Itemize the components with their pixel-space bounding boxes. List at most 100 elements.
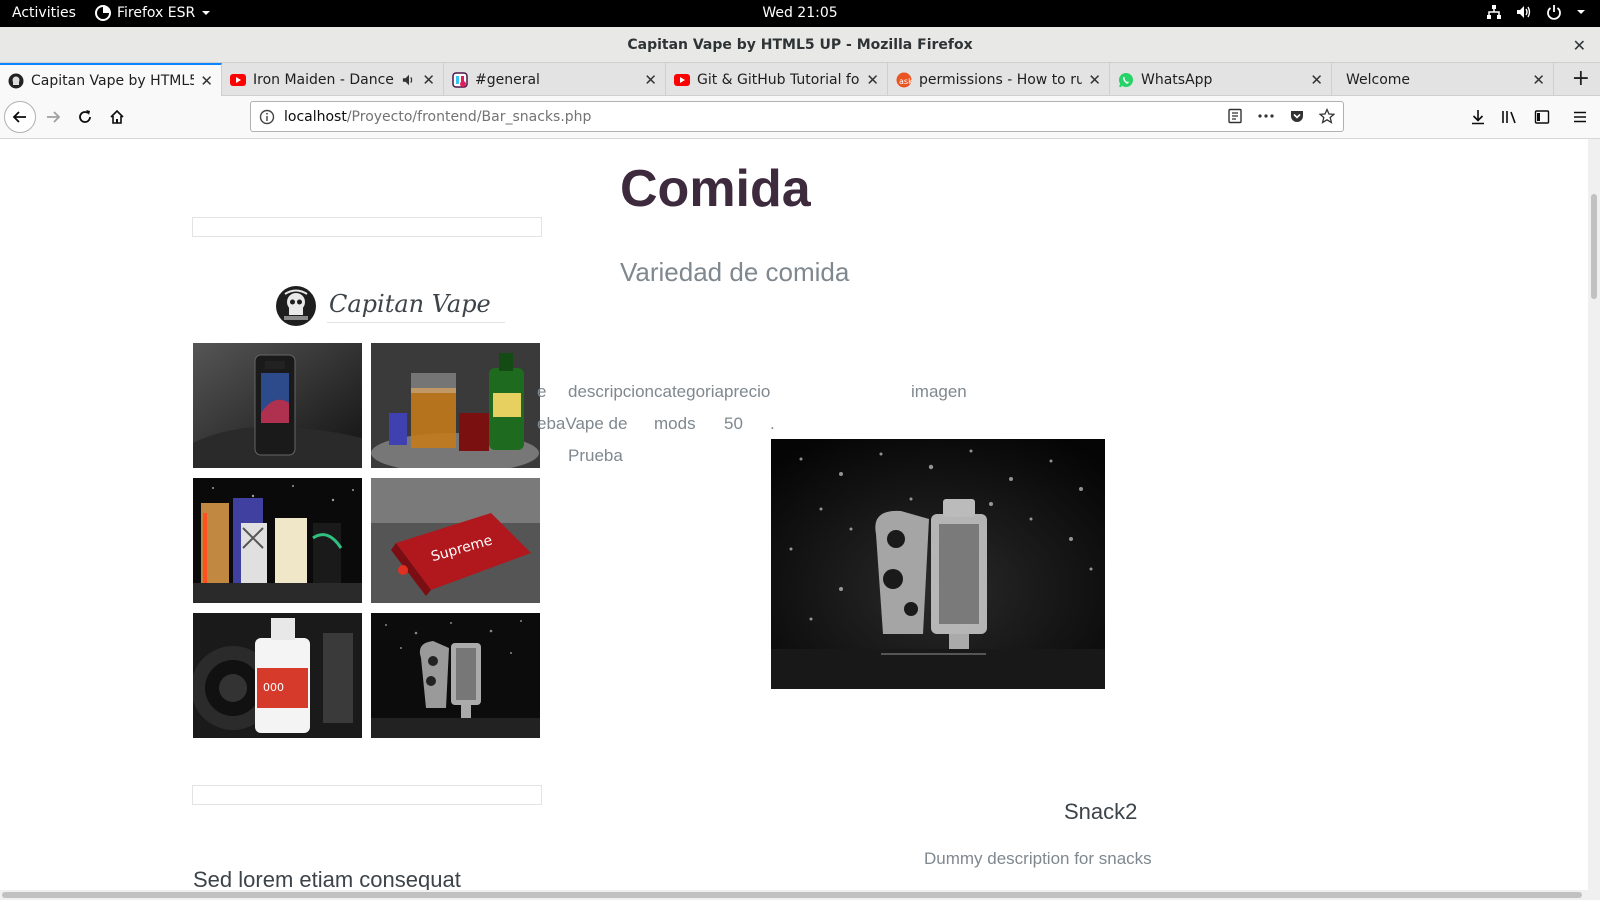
tab-label: #general <box>475 71 540 88</box>
tab-capitan-vape[interactable]: Capitan Vape by HTML5 UP ✕ <box>0 63 222 96</box>
activities-button[interactable]: Activities <box>12 5 76 21</box>
forward-button[interactable] <box>41 105 65 129</box>
home-button[interactable] <box>105 105 129 129</box>
gallery-image-drinks[interactable] <box>371 343 540 468</box>
gallery-image-mod-device[interactable] <box>193 343 362 468</box>
info-icon[interactable] <box>259 109 275 125</box>
capitan-vape-logo-icon <box>8 73 24 88</box>
window-title-bar: Capitan Vape by HTML5 UP - Mozilla Firef… <box>0 27 1600 63</box>
brand-logo[interactable]: Capitan Vape <box>275 285 505 327</box>
tab-welcome[interactable]: Welcome ✕ <box>1332 63 1554 96</box>
tab-label: Iron Maiden - Dance Of Death <box>253 71 398 88</box>
close-icon[interactable]: ✕ <box>1532 71 1545 89</box>
whatsapp-icon <box>1119 72 1133 87</box>
table-header-descripcion: descripcion <box>568 382 654 401</box>
table-cell-dot: . <box>770 414 775 433</box>
horizontal-scrollbar[interactable] <box>0 890 1600 900</box>
tab-general[interactable]: #general ✕ <box>444 63 666 96</box>
capitan-vape-logo-icon <box>276 286 316 326</box>
hamburger-menu-icon <box>1574 111 1586 123</box>
back-button[interactable] <box>4 101 36 133</box>
arrow-right-icon <box>47 111 61 123</box>
url-path: /Proyecto/frontend/Bar_snacks.php <box>346 109 592 125</box>
table-header-precio: precio <box>724 382 771 401</box>
url-text[interactable]: localhost/Proyecto/frontend/Bar_snacks.p… <box>284 109 591 125</box>
sidebar-section-title: Sed lorem etiam consequat <box>193 867 461 890</box>
close-icon[interactable]: ✕ <box>1088 71 1101 89</box>
table-cell-nombre: ebaVape de <box>537 414 628 433</box>
tab-permissions[interactable]: ask permissions - How to run ✕ <box>888 63 1110 96</box>
sidebar-divider <box>192 217 542 237</box>
firefox-icon <box>95 5 111 21</box>
vertical-scrollbar[interactable] <box>1588 139 1600 890</box>
tab-label: permissions - How to run <box>919 71 1083 88</box>
reader-view-icon[interactable] <box>1227 108 1243 124</box>
table-cell-categoria: mods <box>654 414 696 433</box>
system-tray[interactable] <box>1486 4 1586 20</box>
url-bar[interactable]: localhost/Proyecto/frontend/Bar_snacks.p… <box>250 101 1344 132</box>
page-title: Comida <box>620 160 811 218</box>
close-icon[interactable]: ✕ <box>200 72 213 90</box>
window-title: Capitan Vape by HTML5 UP - Mozilla Firef… <box>627 37 973 53</box>
reload-icon <box>79 110 91 123</box>
tab-iron-maiden[interactable]: Iron Maiden - Dance Of Death ✕ <box>222 63 444 96</box>
brand-name: Capitan Vape <box>327 290 505 323</box>
slack-icon <box>452 71 468 88</box>
tab-strip: Capitan Vape by HTML5 UP ✕ Iron Maiden -… <box>0 63 1600 96</box>
download-icon <box>1472 110 1484 125</box>
tab-label: WhatsApp <box>1141 71 1213 88</box>
bookmark-star-icon[interactable] <box>1319 108 1335 124</box>
close-icon[interactable]: ✕ <box>422 71 435 89</box>
page-content: Capitan Vape Supreme 000 Sed lorem etiam… <box>0 139 1588 890</box>
youtube-icon <box>674 73 690 86</box>
scrollbar-thumb[interactable] <box>1591 194 1597 299</box>
page-subtitle: Variedad de comida <box>620 257 850 287</box>
system-top-bar: Activities Firefox ESR Wed 21:05 <box>0 0 1600 27</box>
chevron-down-icon[interactable] <box>1576 7 1586 17</box>
sidebar-button[interactable] <box>1530 105 1554 129</box>
table-cell-precio: 50 <box>724 414 743 433</box>
sidebar-icon <box>1534 110 1550 124</box>
close-icon[interactable]: ✕ <box>1310 71 1323 89</box>
table-header-imagen: imagen <box>911 382 967 401</box>
url-host: localhost <box>284 109 347 125</box>
gallery-image-vape-mods[interactable] <box>193 478 362 603</box>
power-icon[interactable] <box>1546 4 1562 20</box>
downloads-button[interactable] <box>1466 105 1490 129</box>
snack-description: Dummy description for snacks <box>924 849 1152 868</box>
table-header-nombre: e <box>537 382 547 401</box>
volume-icon[interactable] <box>1516 4 1532 20</box>
svg-text:000: 000 <box>263 681 284 694</box>
new-tab-button[interactable]: + <box>1572 66 1590 91</box>
scrollbar-thumb[interactable] <box>2 892 1582 898</box>
gallery-image-supreme-mod[interactable]: Supreme <box>371 478 540 603</box>
snack-name: Snack2 <box>1064 799 1138 824</box>
reload-button[interactable] <box>73 105 97 129</box>
close-icon[interactable]: ✕ <box>644 71 657 89</box>
tab-git-tutorial[interactable]: Git & GitHub Tutorial for Beginners ✕ <box>666 63 888 96</box>
navigation-toolbar: localhost/Proyecto/frontend/Bar_snacks.p… <box>0 96 1600 139</box>
speaker-icon[interactable] <box>402 73 416 87</box>
window-close-button[interactable]: ✕ <box>1573 36 1586 55</box>
gallery-image-eliquid[interactable]: 000 <box>193 613 362 738</box>
table-cell-descripcion: Prueba <box>568 446 623 465</box>
close-icon[interactable]: ✕ <box>866 71 879 89</box>
table-header-categoria: categoria <box>654 382 724 401</box>
library-button[interactable] <box>1498 105 1522 129</box>
menu-button[interactable] <box>1568 105 1592 129</box>
youtube-icon <box>230 73 246 86</box>
page-actions-icon[interactable] <box>1257 108 1275 124</box>
svg-text:ask: ask <box>899 77 912 86</box>
arrow-left-icon <box>12 111 26 123</box>
library-icon <box>1502 111 1516 124</box>
home-icon <box>110 109 124 124</box>
network-icon[interactable] <box>1486 4 1502 20</box>
app-menu[interactable]: Firefox ESR <box>95 5 211 21</box>
tab-whatsapp[interactable]: WhatsApp ✕ <box>1110 63 1332 96</box>
tab-label: Welcome <box>1346 71 1411 88</box>
pocket-icon[interactable] <box>1289 108 1305 124</box>
app-menu-label: Firefox ESR <box>117 5 196 21</box>
gallery-image-tank[interactable] <box>371 613 540 738</box>
product-image[interactable] <box>771 439 1105 689</box>
clock[interactable]: Wed 21:05 <box>762 5 837 21</box>
